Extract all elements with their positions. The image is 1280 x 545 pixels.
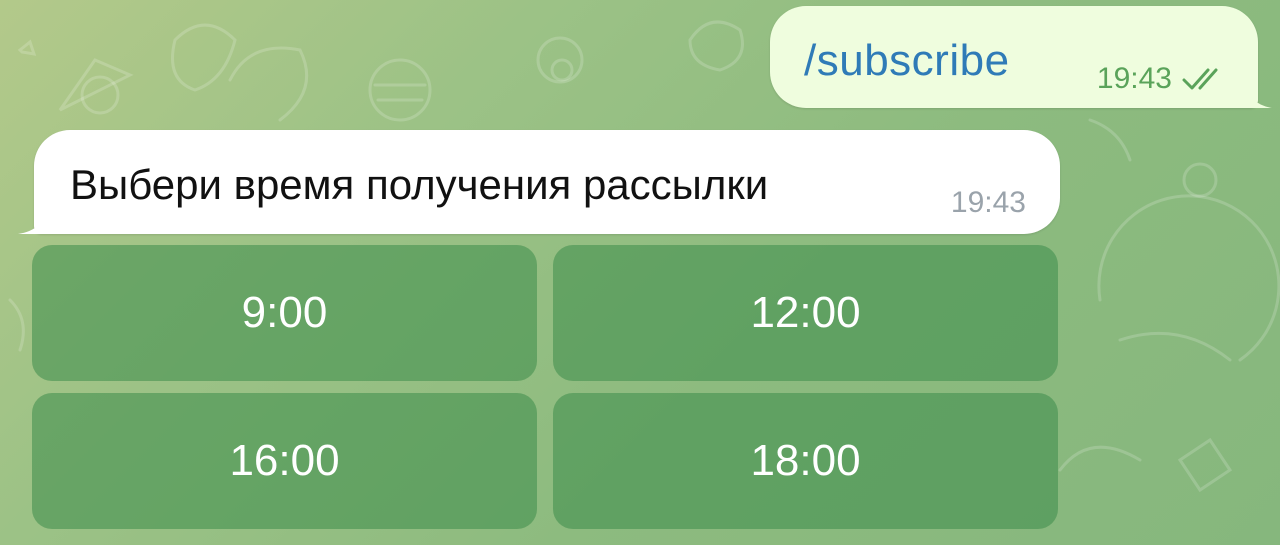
- outgoing-message-bubble[interactable]: /subscribe 19:43: [770, 6, 1272, 108]
- bubble-tail-right: [1246, 82, 1272, 108]
- chat-area: /subscribe 19:43 Выбери время получения …: [0, 0, 1280, 545]
- time-option-button-16-00[interactable]: 16:00: [32, 393, 537, 529]
- message-time: 19:43: [950, 186, 1026, 219]
- incoming-message-bubble[interactable]: Выбери время получения рассылки 19:43: [18, 130, 1060, 234]
- time-option-button-9-00[interactable]: 9:00: [32, 245, 537, 381]
- message-time: 19:43: [1096, 62, 1172, 95]
- time-option-button-18-00[interactable]: 18:00: [553, 393, 1058, 529]
- double-check-icon: [1182, 68, 1218, 90]
- time-option-button-12-00[interactable]: 12:00: [553, 245, 1058, 381]
- bubble-tail-left: [18, 208, 46, 234]
- message-text: Выбери время получения рассылки: [70, 161, 769, 208]
- message-meta: 19:43: [1097, 62, 1226, 96]
- command-link[interactable]: /subscribe: [804, 36, 1010, 86]
